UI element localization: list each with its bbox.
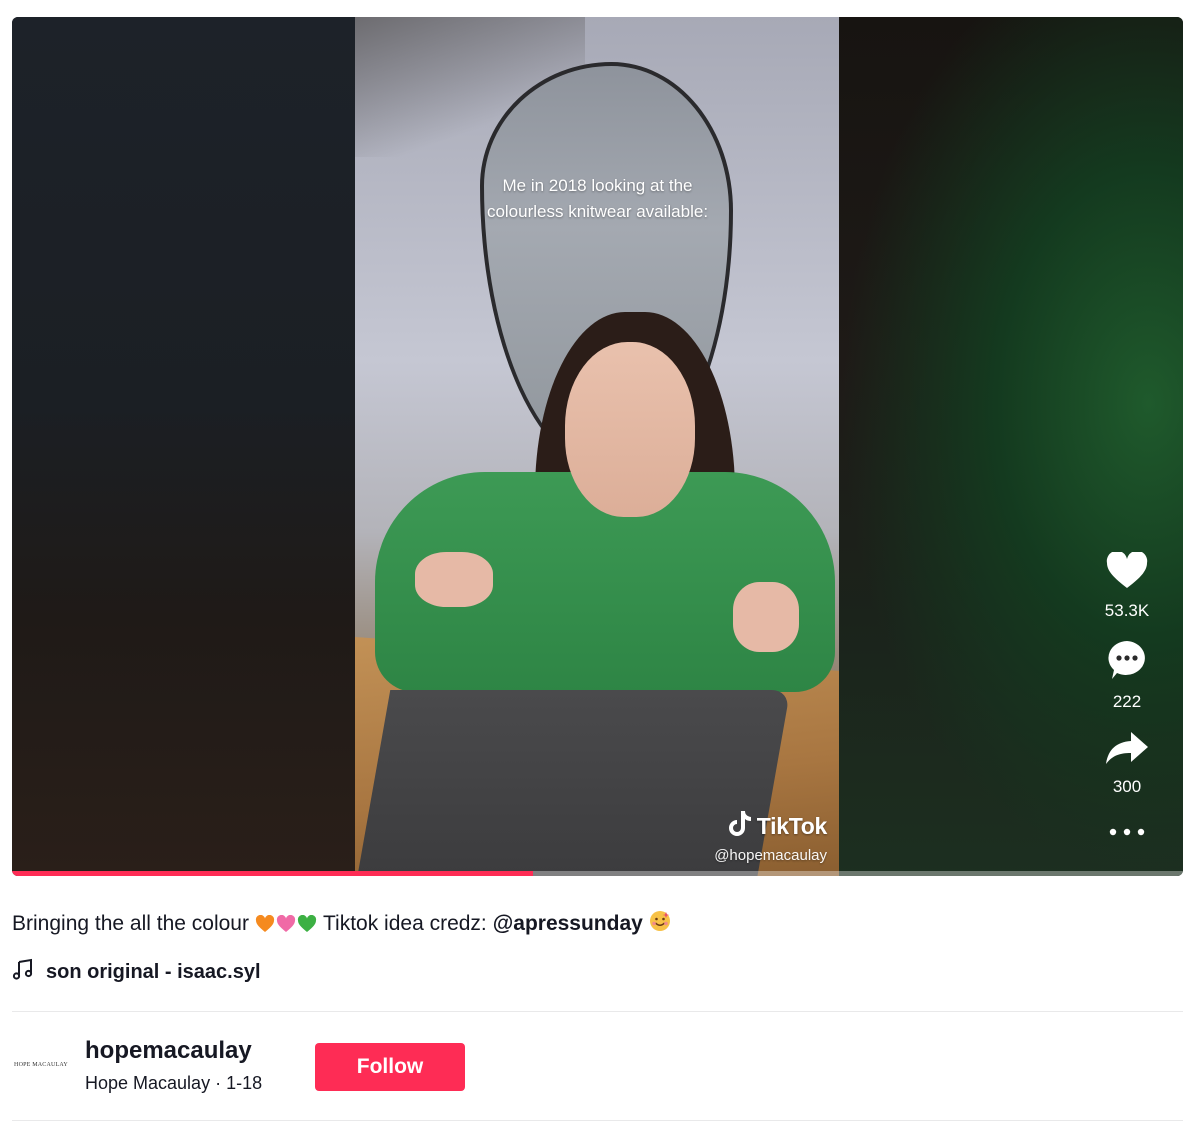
divider-top — [12, 1011, 1183, 1012]
author-handle[interactable]: hopemacaulay — [85, 1037, 262, 1065]
author-card: HOPE MACAULAY hopemacaulay Hope Macaulay… — [12, 1034, 262, 1096]
progress-fill — [12, 871, 534, 876]
heart-emojis — [255, 915, 317, 933]
share-count: 300 — [1112, 777, 1142, 796]
description-text: Bringing the all the colour — [12, 912, 249, 935]
watermark-handle: @hopemacaulay — [714, 847, 827, 864]
person-hand-left — [415, 552, 493, 607]
tiktok-watermark: TikTok @hopemacaulay — [714, 809, 827, 864]
person-face — [565, 342, 695, 517]
mention-link[interactable]: @apressunday — [493, 912, 643, 936]
progress-bar[interactable] — [12, 871, 1183, 876]
avatar[interactable]: HOPE MACAULAY — [12, 1036, 70, 1094]
blurred-background-left — [12, 17, 355, 876]
comment-button[interactable]: 222 — [1106, 639, 1148, 712]
watermark-brand: TikTok — [756, 812, 828, 839]
person-hand-right — [733, 582, 799, 652]
more-icon[interactable] — [1107, 825, 1147, 843]
description-text-credit: Tiktok idea credz: — [322, 912, 487, 935]
video-player[interactable]: Me in 2018 looking at the colourless kni… — [12, 17, 1183, 876]
music-link[interactable]: son original - isaac.syl — [12, 958, 261, 986]
like-button[interactable]: 53.3K — [1104, 550, 1150, 621]
heart-icon — [1106, 550, 1148, 595]
avatar-logo-text: HOPE MACAULAY — [14, 1062, 68, 1068]
comment-count: 222 — [1112, 692, 1142, 711]
like-count: 53.3K — [1104, 601, 1150, 620]
video-text-overlay: Me in 2018 looking at the colourless kni… — [486, 176, 709, 221]
author-name-date: Hope Macaulay · 1-18 — [85, 1072, 263, 1093]
share-icon — [1105, 730, 1149, 771]
divider-bottom — [12, 1120, 1183, 1121]
music-title: son original - isaac.syl — [46, 960, 261, 983]
smiling-face-emoji — [649, 910, 671, 938]
action-bar: 53.3K 222 300 — [1097, 550, 1157, 843]
video-description: Bringing the all the colour Tiktok idea … — [12, 910, 671, 938]
follow-button[interactable]: Follow — [315, 1043, 465, 1091]
music-note-icon — [12, 958, 34, 986]
comment-icon — [1106, 639, 1148, 686]
share-button[interactable]: 300 — [1105, 730, 1149, 797]
tiktok-logo-icon — [727, 809, 753, 843]
video-frame[interactable]: Me in 2018 looking at the colourless kni… — [355, 17, 839, 876]
